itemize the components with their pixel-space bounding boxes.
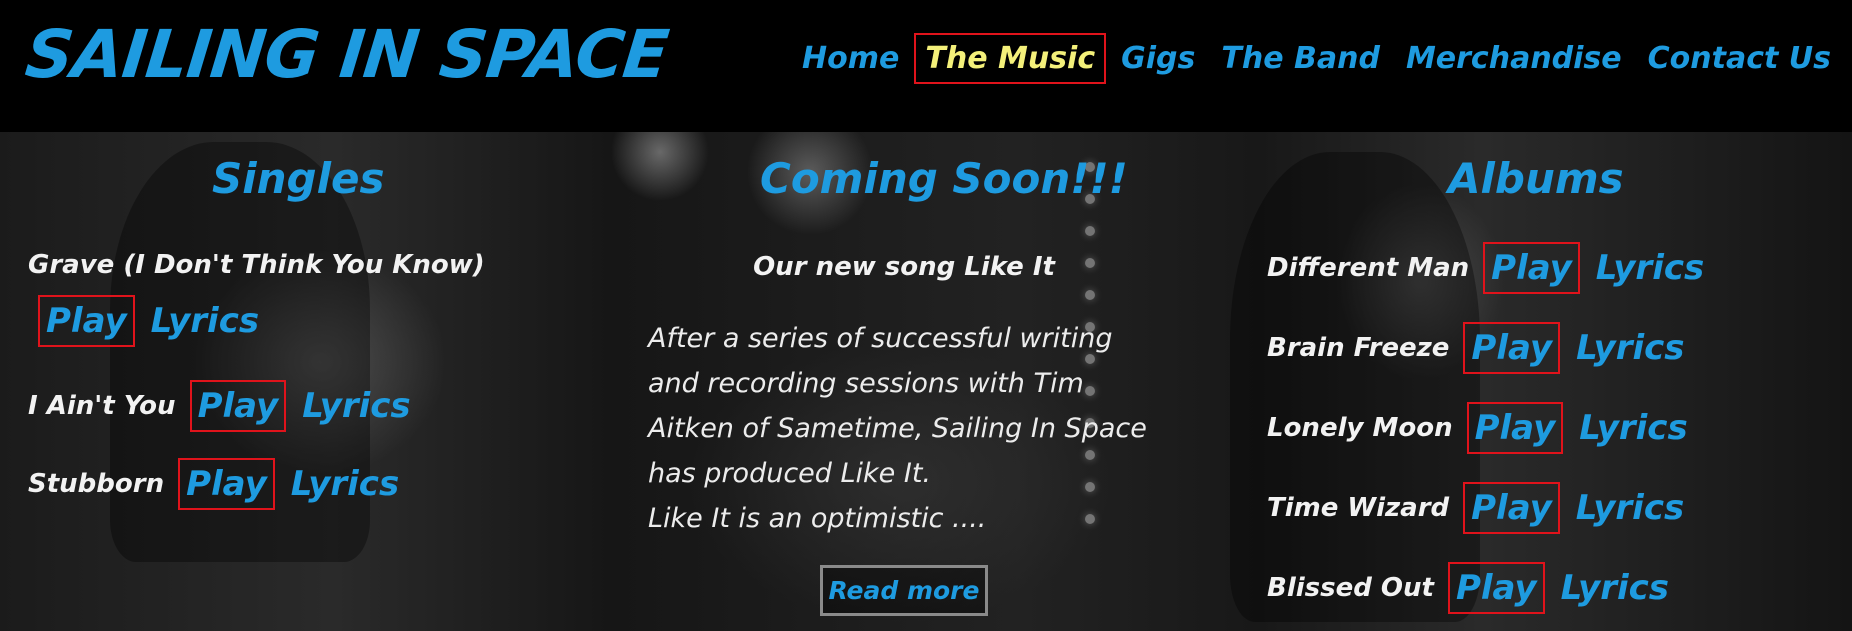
- single-item-grave-links: Play Lyrics: [38, 295, 259, 347]
- description-line: has produced Like It.: [648, 458, 931, 489]
- lyrics-link[interactable]: Lyrics: [151, 301, 259, 341]
- site-header: SAILING IN SPACE Home The Music Gigs The…: [0, 0, 1852, 132]
- play-button[interactable]: Play: [1463, 322, 1561, 374]
- album-title: Different Man: [1267, 253, 1470, 283]
- play-button[interactable]: Play: [1466, 402, 1564, 454]
- single-item-grave-title-row: Grave (I Don't Think You Know): [28, 250, 499, 280]
- singles-heading: Singles: [212, 154, 385, 203]
- description-line: Like It is an optimistic ....: [648, 503, 987, 534]
- album-item-time-wizard: Time Wizard Play Lyrics: [1267, 482, 1684, 534]
- background-photo-guitarist: [1230, 152, 1480, 622]
- lyrics-link[interactable]: Lyrics: [1576, 488, 1684, 528]
- play-button[interactable]: Play: [1463, 482, 1560, 534]
- lyrics-link[interactable]: Lyrics: [1561, 568, 1669, 608]
- play-button[interactable]: Play: [1483, 242, 1580, 294]
- nav-merchandise[interactable]: Merchandise: [1395, 33, 1633, 84]
- album-title: Time Wizard: [1267, 493, 1450, 523]
- album-item-blissed-out: Blissed Out Play Lyrics: [1267, 562, 1669, 614]
- description-line: After a series of successful writing: [648, 323, 1113, 354]
- play-button[interactable]: Play: [189, 380, 287, 432]
- nav-home[interactable]: Home: [791, 33, 910, 84]
- main-nav: Home The Music Gigs The Band Merchandise…: [791, 30, 1842, 86]
- lyrics-link[interactable]: Lyrics: [1579, 408, 1687, 448]
- album-title: Blissed Out: [1267, 573, 1434, 603]
- description-line: and recording sessions with Tim: [648, 368, 1084, 399]
- nav-the-band[interactable]: The Band: [1210, 33, 1391, 84]
- album-title: Brain Freeze: [1267, 333, 1450, 363]
- lyrics-link[interactable]: Lyrics: [1576, 328, 1684, 368]
- nav-gigs[interactable]: Gigs: [1110, 33, 1206, 84]
- album-item-brain-freeze: Brain Freeze Play Lyrics: [1267, 322, 1685, 374]
- content-area: Singles Grave (I Don't Think You Know) P…: [0, 132, 1852, 631]
- coming-soon-heading: Coming Soon!!!: [760, 154, 1128, 203]
- single-title: Stubborn: [28, 469, 165, 499]
- play-button[interactable]: Play: [1447, 562, 1545, 614]
- lyrics-link[interactable]: Lyrics: [302, 386, 410, 426]
- lyrics-link[interactable]: Lyrics: [1596, 248, 1704, 288]
- single-item-stubborn: Stubborn Play Lyrics: [28, 458, 399, 510]
- single-title: I Ain't You: [28, 391, 176, 421]
- site-logo[interactable]: SAILING IN SPACE: [22, 16, 671, 93]
- new-song-description: After a series of successful writing and…: [648, 316, 1188, 541]
- nav-the-music[interactable]: The Music: [914, 32, 1107, 84]
- new-song-subheading: Our new song Like It: [753, 252, 1055, 282]
- album-item-different-man: Different Man Play Lyrics: [1267, 242, 1704, 294]
- play-button[interactable]: Play: [38, 295, 135, 347]
- single-item-i-aint-you: I Ain't You Play Lyrics: [28, 380, 411, 432]
- read-more-button[interactable]: Read more: [820, 565, 988, 616]
- album-item-lonely-moon: Lonely Moon Play Lyrics: [1267, 402, 1688, 454]
- single-title: Grave (I Don't Think You Know): [28, 250, 485, 280]
- description-line: Aitken of Sametime, Sailing In Space: [648, 413, 1147, 444]
- nav-contact-us[interactable]: Contact Us: [1637, 33, 1842, 84]
- album-title: Lonely Moon: [1267, 413, 1453, 443]
- albums-heading: Albums: [1448, 154, 1624, 203]
- play-button[interactable]: Play: [178, 458, 275, 510]
- lyrics-link[interactable]: Lyrics: [291, 464, 399, 504]
